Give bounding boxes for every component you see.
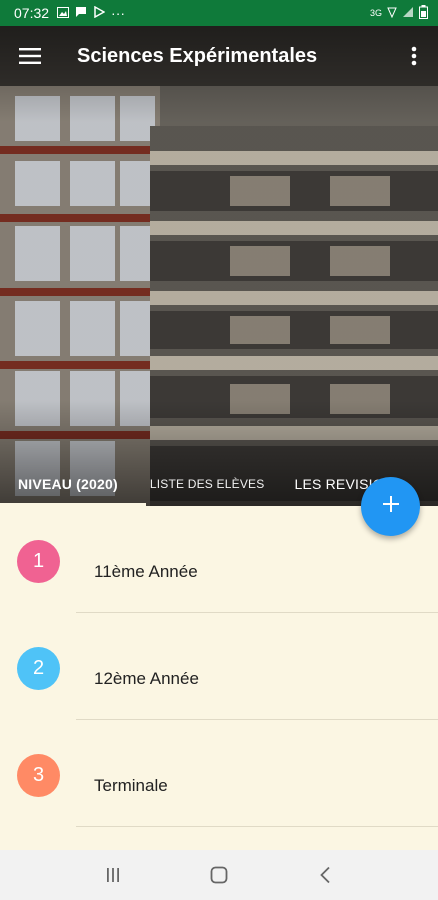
level-label: 11ème Année: [94, 562, 198, 581]
status-dots: ···: [111, 5, 126, 21]
status-time: 07:32: [14, 5, 50, 21]
tab-indicator: [0, 503, 146, 506]
wifi-off-icon: [387, 6, 397, 20]
divider: [76, 826, 438, 827]
hamburger-icon[interactable]: [0, 26, 60, 86]
signal-icon: [402, 6, 414, 20]
home-icon[interactable]: [199, 855, 239, 895]
plus-icon: [382, 495, 400, 518]
add-button[interactable]: [361, 477, 420, 536]
back-icon[interactable]: [305, 855, 345, 895]
list-item[interactable]: 3 Terminale: [0, 720, 438, 827]
level-number-badge: 2: [17, 647, 60, 690]
level-number-badge: 3: [17, 754, 60, 797]
page-title: Sciences Expérimentales: [77, 44, 318, 67]
image-icon: [57, 5, 70, 21]
header-photo: [0, 26, 438, 506]
level-label: 12ème Année: [94, 669, 199, 688]
message-icon: [75, 5, 87, 21]
tab-niveau[interactable]: NIVEAU (2020): [0, 462, 118, 506]
list-item[interactable]: 2 12ème Année: [0, 613, 438, 720]
recent-apps-icon[interactable]: [93, 855, 133, 895]
photo-shade: [0, 26, 438, 506]
level-number-badge: 1: [17, 540, 60, 583]
level-label: Terminale: [94, 776, 168, 795]
status-bar: 07:32 ··· 3G: [0, 0, 438, 26]
system-nav-bar: [0, 850, 438, 900]
levels-list: 1 11ème Année 2 12ème Année 3 Terminale: [0, 506, 438, 850]
app-bar: Sciences Expérimentales: [0, 26, 438, 86]
battery-icon: [419, 5, 428, 21]
play-icon: [93, 5, 106, 21]
more-vert-icon[interactable]: [390, 26, 438, 86]
tab-liste-eleves[interactable]: LISTE DES ELÈVES: [118, 462, 265, 506]
net-type-label: 3G: [369, 8, 382, 18]
